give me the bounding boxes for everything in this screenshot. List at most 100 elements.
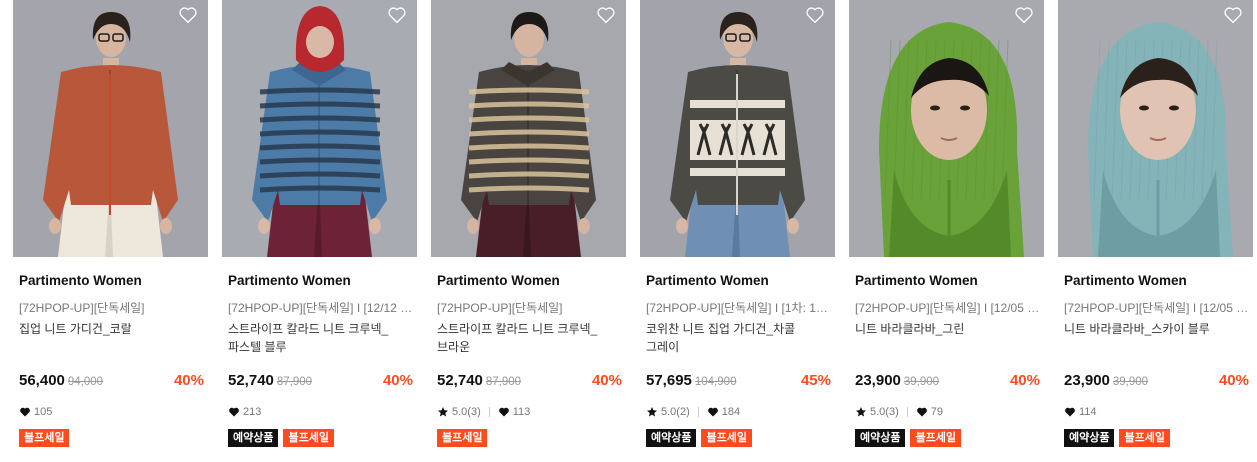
divider [906, 407, 908, 417]
heart-icon [498, 406, 510, 418]
heart-icon [228, 406, 240, 418]
sale-price: 23,900 [1064, 372, 1110, 389]
price-row: 56,400 94,000 40% [19, 372, 204, 392]
heart-icon [916, 406, 928, 418]
product-card[interactable]: Partimento Women [72HPOP-UP][단독세일] 집업 니트 가… [13, 0, 208, 462]
sale-price: 52,740 [228, 372, 274, 389]
likes-count: 184 [721, 406, 741, 418]
product-name[interactable]: 니트 바라클라바_그린 [855, 320, 1040, 338]
price-row: 23,900 39,900 40% [1064, 372, 1249, 392]
wishlist-heart-icon[interactable] [387, 6, 407, 24]
promo-tag: [72HPOP-UP][단독세일] I [12/05 예... [855, 301, 1040, 315]
promo-tag: [72HPOP-UP][단독세일] I [1차: 12/0... [646, 301, 831, 315]
sale-price: 52,740 [437, 372, 483, 389]
rating-text: 5.0(3) [452, 406, 481, 418]
product-image[interactable] [222, 0, 417, 257]
product-meta: 105 [19, 405, 52, 419]
product-card[interactable]: Partimento Women [72HPOP-UP][단독세일] I [12/… [1058, 0, 1253, 462]
sale-price: 56,400 [19, 372, 65, 389]
product-meta: 5.0(2) 184 [646, 405, 740, 419]
brand-name[interactable]: Partimento Women [1064, 273, 1187, 288]
wishlist-heart-icon[interactable] [805, 6, 825, 24]
product-image[interactable] [431, 0, 626, 257]
price-row: 23,900 39,900 40% [855, 372, 1040, 392]
badge-list: 블프세일 [19, 429, 70, 447]
sale-badge: 블프세일 [19, 429, 70, 447]
product-image[interactable] [1058, 0, 1253, 257]
badge-list: 예약상품 블프세일 [855, 429, 961, 447]
badge-list: 블프세일 [437, 429, 488, 447]
product-card[interactable]: Partimento Women [72HPOP-UP][단독세일] 스트라이프 칼… [431, 0, 626, 462]
product-name[interactable]: 스트라이프 칼라드 니트 크루넥_파스텔 블루 [228, 320, 413, 356]
product-meta: 213 [228, 405, 261, 419]
wishlist-heart-icon[interactable] [1014, 6, 1034, 24]
product-name[interactable]: 코위찬 니트 집업 가디건_차콜 그레이 [646, 320, 831, 356]
heart-icon [1064, 406, 1076, 418]
preorder-badge: 예약상품 [228, 429, 279, 447]
discount-rate: 40% [173, 372, 204, 389]
discount-rate: 40% [1009, 372, 1040, 389]
product-name[interactable]: 니트 바라클라바_스카이 블루 [1064, 320, 1249, 338]
product-meta: 114 [1064, 405, 1097, 419]
divider [697, 407, 699, 417]
star-icon [855, 406, 867, 418]
original-price: 94,000 [67, 376, 104, 388]
sale-badge: 블프세일 [437, 429, 488, 447]
discount-rate: 40% [591, 372, 622, 389]
promo-tag: [72HPOP-UP][단독세일] I [12/12 예... [228, 301, 413, 315]
original-price: 39,900 [1112, 376, 1149, 388]
brand-name[interactable]: Partimento Women [437, 273, 560, 288]
preorder-badge: 예약상품 [855, 429, 906, 447]
star-icon [437, 406, 449, 418]
heart-icon [19, 406, 31, 418]
brand-name[interactable]: Partimento Women [855, 273, 978, 288]
wishlist-heart-icon[interactable] [1223, 6, 1243, 24]
likes-count: 79 [930, 406, 943, 418]
product-card[interactable]: Partimento Women [72HPOP-UP][단독세일] I [1차:… [640, 0, 835, 462]
product-image[interactable] [849, 0, 1044, 257]
sale-badge: 블프세일 [910, 429, 961, 447]
product-name[interactable]: 스트라이프 칼라드 니트 크루넥_브라운 [437, 320, 622, 356]
discount-rate: 40% [1218, 372, 1249, 389]
product-card[interactable]: Partimento Women [72HPOP-UP][단독세일] I [12/… [222, 0, 417, 462]
product-image[interactable] [13, 0, 208, 257]
price-row: 52,740 87,900 40% [437, 372, 622, 392]
likes-count: 213 [243, 406, 262, 418]
badge-list: 예약상품 블프세일 [1064, 429, 1170, 447]
promo-tag: [72HPOP-UP][단독세일] I [12/05 예... [1064, 301, 1249, 315]
badge-list: 예약상품 블프세일 [228, 429, 334, 447]
divider [488, 407, 490, 417]
preorder-badge: 예약상품 [1064, 429, 1115, 447]
brand-name[interactable]: Partimento Women [646, 273, 769, 288]
wishlist-heart-icon[interactable] [596, 6, 616, 24]
product-image[interactable] [640, 0, 835, 257]
badge-list: 예약상품 블프세일 [646, 429, 752, 447]
likes-count: 105 [34, 406, 53, 418]
price-row: 52,740 87,900 40% [228, 372, 413, 392]
brand-name[interactable]: Partimento Women [228, 273, 351, 288]
sale-badge: 블프세일 [1119, 429, 1170, 447]
brand-name[interactable]: Partimento Women [19, 273, 142, 288]
original-price: 39,900 [903, 376, 940, 388]
sale-badge: 블프세일 [283, 429, 334, 447]
sale-price: 57,695 [646, 372, 692, 389]
product-name[interactable]: 집업 니트 가디건_코랄 [19, 320, 204, 338]
heart-icon [707, 406, 719, 418]
discount-rate: 40% [382, 372, 413, 389]
product-meta: 5.0(3) 79 [855, 405, 943, 419]
likes-count: 114 [1079, 406, 1097, 418]
discount-rate: 45% [800, 372, 831, 389]
preorder-badge: 예약상품 [646, 429, 697, 447]
product-meta: 5.0(3) 113 [437, 405, 530, 419]
product-card[interactable]: Partimento Women [72HPOP-UP][단독세일] I [12/… [849, 0, 1044, 462]
sale-price: 23,900 [855, 372, 901, 389]
original-price: 87,900 [276, 376, 313, 388]
promo-tag: [72HPOP-UP][단독세일] [19, 301, 145, 315]
wishlist-heart-icon[interactable] [178, 6, 198, 24]
star-icon [646, 406, 658, 418]
original-price: 87,900 [485, 376, 522, 388]
promo-tag: [72HPOP-UP][단독세일] [437, 301, 563, 315]
original-price: 104,900 [694, 376, 737, 388]
rating-text: 5.0(3) [870, 406, 899, 418]
rating-text: 5.0(2) [661, 406, 690, 418]
